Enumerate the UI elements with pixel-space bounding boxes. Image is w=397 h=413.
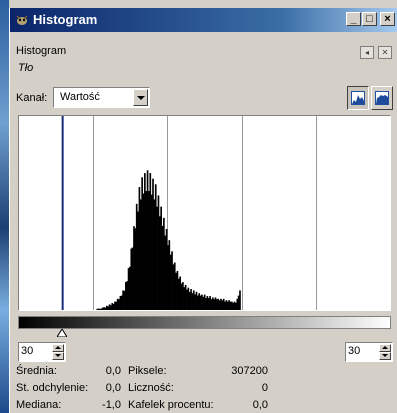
mean-label: Średnia:	[16, 365, 57, 377]
logarithmic-scale-button[interactable]	[371, 86, 393, 110]
channel-label: Kanał:	[16, 92, 48, 104]
stddev-label: St. odchylenie:	[16, 382, 89, 394]
pixels-label: Piksele:	[128, 365, 167, 377]
spin-down-icon[interactable]	[379, 352, 391, 360]
maximize-icon: □	[366, 13, 373, 25]
minimize-icon: _	[350, 13, 357, 25]
range-low-input[interactable]	[21, 345, 51, 357]
linear-scale-button[interactable]	[347, 86, 369, 110]
maximize-button[interactable]: □	[362, 12, 377, 26]
histogram-bar	[239, 290, 241, 310]
mean-value: 0,0	[105, 365, 121, 377]
histogram-window: Histogram _ □ × Histogram Tło ◂ ✕ Kanał:…	[9, 8, 397, 413]
count-label: Liczność:	[128, 382, 174, 394]
linear-histogram-icon	[351, 91, 365, 105]
titlebar[interactable]: Histogram _ □ ×	[10, 8, 397, 32]
range-marker-icon[interactable]	[56, 329, 67, 337]
channel-select[interactable]: Wartość	[53, 87, 150, 108]
histogram-chart	[61, 116, 317, 310]
count-value: 0	[261, 382, 268, 394]
close-icon: ×	[384, 13, 391, 25]
range-high-input[interactable]	[348, 345, 378, 357]
gimp-icon	[16, 15, 28, 25]
percentile-label: Kafelek procentu:	[128, 399, 214, 411]
median-label: Mediana:	[16, 399, 62, 411]
spin-up-icon[interactable]	[52, 344, 64, 352]
panel-title: Histogram	[16, 45, 67, 57]
panel-subtitle: Tło	[18, 62, 34, 74]
channel-select-value: Wartość	[60, 91, 100, 103]
range-low-spinbox[interactable]	[18, 342, 66, 362]
chevron-down-icon[interactable]	[133, 89, 148, 106]
median-value: -1,0	[102, 399, 121, 411]
spin-up-icon[interactable]	[379, 344, 391, 352]
spin-down-icon[interactable]	[52, 352, 64, 360]
tab-menu-icon: ◂	[364, 48, 369, 57]
range-high-spinbox[interactable]	[345, 342, 393, 362]
pixels-value: 307200	[231, 365, 268, 377]
percentile-value: 0,0	[252, 399, 268, 411]
gradient-bar[interactable]	[18, 316, 391, 329]
stddev-value: 0,0	[105, 382, 121, 394]
histogram-view[interactable]	[18, 115, 391, 311]
minimize-button[interactable]: _	[346, 12, 361, 26]
tab-menu-button[interactable]: ◂	[360, 46, 374, 59]
range-marker-shape	[56, 329, 67, 337]
window-title: Histogram	[33, 12, 98, 27]
close-button[interactable]: ×	[380, 12, 395, 26]
panel-close-icon: ✕	[381, 48, 389, 57]
panel-close-button[interactable]: ✕	[378, 46, 392, 59]
log-histogram-icon	[375, 91, 389, 105]
background-strip	[0, 0, 9, 413]
